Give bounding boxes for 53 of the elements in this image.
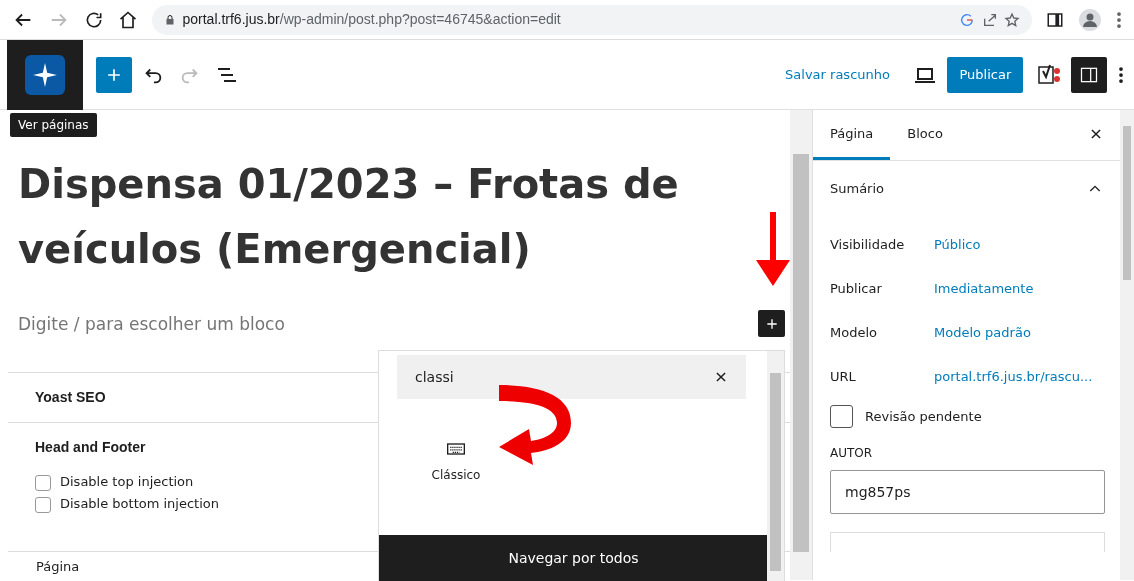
profile-icon[interactable] (1078, 7, 1102, 32)
checkbox[interactable] (35, 474, 51, 491)
browse-all-button[interactable]: Navegar por todos (379, 535, 768, 581)
author-field[interactable]: mg857ps (830, 470, 1105, 514)
side-panel-icon[interactable] (1046, 10, 1064, 29)
add-block-button[interactable] (758, 310, 785, 337)
scrollbar[interactable] (790, 110, 812, 580)
close-icon[interactable] (714, 370, 728, 384)
scrollbar[interactable] (1120, 110, 1134, 580)
settings-button[interactable] (1071, 56, 1107, 93)
publish-button[interactable]: Publicar (947, 56, 1024, 93)
field-label: URL (830, 367, 857, 386)
panel-title[interactable]: Yoast SEO (35, 389, 106, 405)
field-link[interactable]: Público (934, 234, 981, 255)
more-icon (1117, 66, 1124, 85)
site-logo[interactable] (6, 39, 83, 110)
scroll-thumb[interactable] (1123, 126, 1131, 280)
scrollbar[interactable] (767, 351, 784, 581)
scroll-thumb[interactable] (793, 154, 809, 552)
scroll-thumb[interactable] (770, 373, 781, 571)
add-block-button[interactable] (95, 56, 132, 93)
search-field[interactable]: classi (397, 355, 746, 399)
url-text: portal.trf6.jus.br/wp-admin/post.php?post=46745&action=edit (182, 10, 562, 29)
sidebar-tab[interactable]: Bloco (890, 110, 960, 160)
tooltip: Ver páginas (10, 113, 97, 137)
post-title[interactable]: Dispensa 01/2023 – Frotas de veículos (Emergencial) (0, 152, 740, 282)
block-placeholder[interactable]: Digite / para escolher um bloco (0, 312, 790, 348)
field-label: Modelo (830, 323, 878, 342)
checkbox[interactable] (35, 496, 51, 513)
checkbox[interactable] (830, 405, 853, 428)
home-icon[interactable] (118, 9, 138, 30)
field-link[interactable]: portal.trf6.jus.br/rascu... (934, 366, 1093, 387)
sidebar-tab[interactable]: Página (813, 110, 891, 160)
field-link[interactable]: Modelo padrão (934, 322, 1031, 343)
field-label: Publicar (830, 279, 883, 298)
checkbox-label: Revisão pendente (865, 407, 982, 426)
more-icon[interactable] (1116, 10, 1122, 29)
field-label: AUTOR (830, 445, 874, 462)
arrow-icon (755, 212, 791, 286)
lock-icon (164, 12, 176, 27)
share-icon[interactable] (981, 11, 998, 28)
panel-title[interactable]: Head and Footer (35, 439, 146, 455)
field-link[interactable]: Imediatamente (934, 278, 1034, 299)
checkbox-label: Disable bottom injection (60, 496, 219, 511)
panel-toggle[interactable]: Sumário (830, 179, 1103, 199)
field-label: Visibilidade (830, 235, 906, 254)
save-draft-button[interactable]: Salvar rascunho (779, 63, 896, 86)
address-bar[interactable]: portal.trf6.jus.br/wp-admin/post.php?post=46745&action=edit (152, 4, 1032, 35)
panel-title: Página (36, 559, 80, 574)
close-icon (1089, 127, 1103, 141)
block-option[interactable]: Clássico (416, 439, 496, 484)
checkbox-label: Disable top injection (60, 474, 194, 489)
star-icon[interactable] (1004, 11, 1020, 28)
